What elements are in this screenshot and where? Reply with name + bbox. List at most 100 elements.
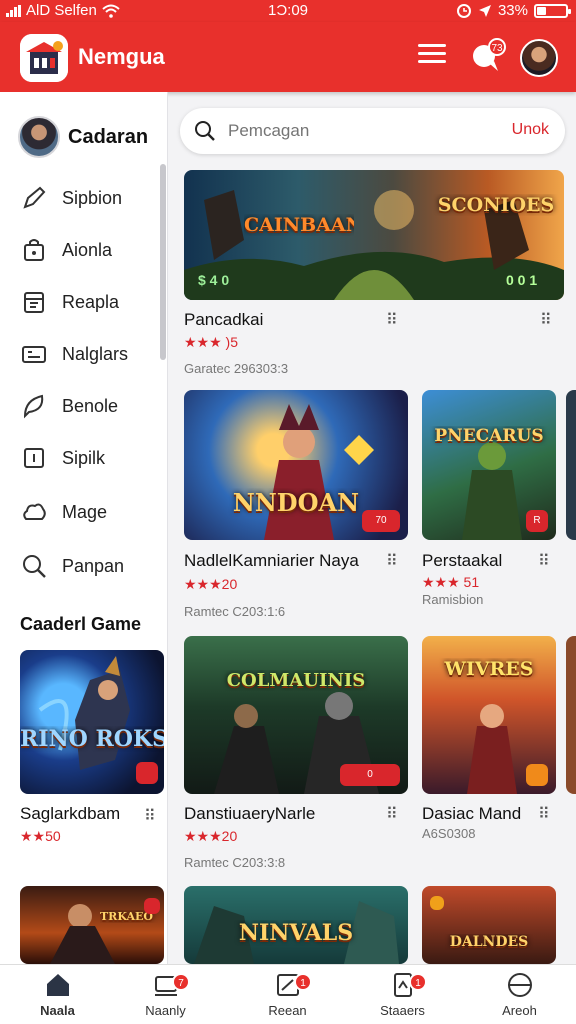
game-rating: ★★★20 <box>184 576 238 592</box>
game-meta: Ramtec C203:1:6 <box>184 604 286 619</box>
alarm-icon <box>456 3 471 18</box>
sidebar-item-label: Aionla <box>62 239 113 260</box>
game-title[interactable]: Perstaakal <box>422 551 532 571</box>
game-rating: ★★★ 51 <box>422 574 480 590</box>
tab-label: Areoh <box>502 1003 537 1018</box>
game-card-image[interactable]: COLMAUINIS 0 <box>184 636 408 794</box>
more-options-icon[interactable]: ⠿ <box>144 806 156 826</box>
more-options-icon[interactable]: ⠿ <box>538 551 550 571</box>
game-card-image[interactable]: NNDOAN 70 <box>184 390 408 540</box>
tab-reean[interactable]: 1 Reean <box>230 971 345 1018</box>
bag-icon <box>24 239 44 261</box>
sidebar-item-sipbion[interactable]: Sipbion <box>20 184 122 212</box>
square-icon <box>24 448 44 468</box>
tab-label: Reean <box>268 1003 307 1018</box>
game-card-image[interactable]: RINO ROKSHLAIN <box>20 650 164 794</box>
sidebar-item-mage[interactable]: Mage <box>20 498 107 526</box>
profile-name: Cadaran <box>68 125 149 148</box>
corner-badge: 0 <box>340 764 400 786</box>
game-card-image[interactable]: PNECARUS R <box>422 390 556 540</box>
game-art-title: WIVRES <box>444 658 534 680</box>
sidebar-item-nalglars[interactable]: Nalglars <box>20 340 128 368</box>
more-options-icon[interactable]: ⠿ <box>386 551 398 571</box>
tab-naanly[interactable]: 7 Naanly <box>108 971 223 1018</box>
game-meta: Ramisbion <box>422 592 484 607</box>
sidebar-item-label: Benole <box>62 395 119 416</box>
game-card-image[interactable]: DALNDES <box>422 886 556 964</box>
leaf-icon <box>23 394 44 419</box>
cloud-icon <box>23 503 46 520</box>
more-options-icon[interactable]: ⠿ <box>538 804 550 824</box>
bottom-nav: Naala 7 Naanly 1 Reean 1 Staaers Areoh <box>0 964 576 1024</box>
featured-game-banner[interactable]: CAINBAAN SCONIOES $ 4 0 0 0 1 <box>184 170 564 300</box>
featured-art-title-left: CAINBAAN <box>244 214 354 236</box>
tab-staaers[interactable]: 1 Staaers <box>345 971 460 1018</box>
search-bar[interactable]: Unok <box>180 108 565 154</box>
featured-game-meta: Garatec 296303:3 <box>184 361 289 376</box>
app-title: Nemgua <box>78 44 165 69</box>
calendar-icon <box>24 292 44 313</box>
corner-badge <box>526 764 548 786</box>
search-icon <box>23 555 46 578</box>
tab-badge: 1 <box>294 973 312 991</box>
corner-badge <box>136 762 158 784</box>
home-icon <box>46 974 69 996</box>
warrior-art <box>50 904 115 964</box>
battery-icon <box>534 3 571 18</box>
featured-art-title-right: SCONIOES <box>437 194 555 216</box>
game-meta: Ramtec C203:3:8 <box>184 855 286 870</box>
search-action-link[interactable]: Unok <box>512 121 549 139</box>
pen-icon <box>23 186 46 209</box>
game-title[interactable]: Saglarkdbam <box>20 804 144 824</box>
sidebar-item-label: Panpan <box>62 555 125 576</box>
featured-art-badges: $ 4 0 <box>198 272 230 288</box>
sidebar-item-label: Mage <box>62 501 108 522</box>
game-card-image[interactable] <box>566 636 576 794</box>
game-title[interactable]: Dasiac Mand <box>422 804 532 824</box>
chat-button[interactable]: 73 <box>470 38 506 74</box>
sidebar-item-label: Sipbion <box>62 187 123 208</box>
sidebar-item-benole[interactable]: Benole <box>20 392 118 420</box>
user-avatar[interactable] <box>520 39 558 77</box>
game-art-title: NINVALS <box>238 920 354 946</box>
game-rating: ★★50 <box>20 828 61 844</box>
game-title[interactable]: DanstiuaeryNarle <box>184 804 374 824</box>
sidebar-item-aionla[interactable]: Aionla <box>20 236 112 264</box>
tab-label: Staaers <box>380 1003 425 1018</box>
card-icon <box>22 346 46 363</box>
section-title: Caaderl Game <box>20 614 142 634</box>
more-options-icon[interactable]: ⠿ <box>540 310 552 330</box>
profile[interactable]: Cadaran <box>18 116 148 158</box>
sidebar-item-panpan[interactable]: Panpan <box>20 552 124 580</box>
tab-areoh[interactable]: Areoh <box>462 971 576 1018</box>
game-art-title: COLMAUINIS <box>226 670 366 691</box>
game-art-title: DALNDES <box>449 934 529 950</box>
game-art-title: RINO ROKSHLAIN <box>20 726 164 752</box>
game-card-image[interactable]: WIVRES <box>422 636 556 794</box>
status-bar: AlD Selfen 1Ɔ:09 33% <box>0 0 576 22</box>
sidebar-scrollbar[interactable] <box>160 164 166 360</box>
chat-badge: 73 <box>488 38 506 56</box>
game-card-image[interactable]: NINVALS <box>184 886 408 964</box>
game-card-image[interactable] <box>566 390 576 540</box>
sidebar-item-reapla[interactable]: Reapla <box>20 288 119 316</box>
tab-badge: 1 <box>409 973 427 991</box>
tab-badge: 7 <box>172 973 190 991</box>
corner-badge: 70 <box>362 510 400 532</box>
more-options-icon[interactable]: ⠿ <box>386 804 398 824</box>
game-rating: ★★★20 <box>184 828 238 844</box>
more-options-icon[interactable]: ⠿ <box>386 310 398 330</box>
sidebar-item-label: Sipilk <box>62 447 106 468</box>
tab-naala[interactable]: Naala <box>0 971 115 1018</box>
game-card-image[interactable]: TRKAEO <box>20 886 164 964</box>
tab-label: Naanly <box>145 1003 186 1018</box>
app-bar: Nemgua 73 <box>0 22 576 92</box>
game-title[interactable]: NadlelKamniarier Naya <box>184 551 374 571</box>
featured-game-title[interactable]: Pancadkai <box>184 310 263 330</box>
sidebar-item-sipilk[interactable]: Sipilk <box>20 444 105 472</box>
menu-button[interactable] <box>418 44 446 70</box>
search-input[interactable] <box>228 118 478 144</box>
game-art-title: PNECARUS <box>434 426 544 446</box>
app-logo[interactable] <box>20 34 68 82</box>
sidebar-item-label: Nalglars <box>62 343 129 364</box>
